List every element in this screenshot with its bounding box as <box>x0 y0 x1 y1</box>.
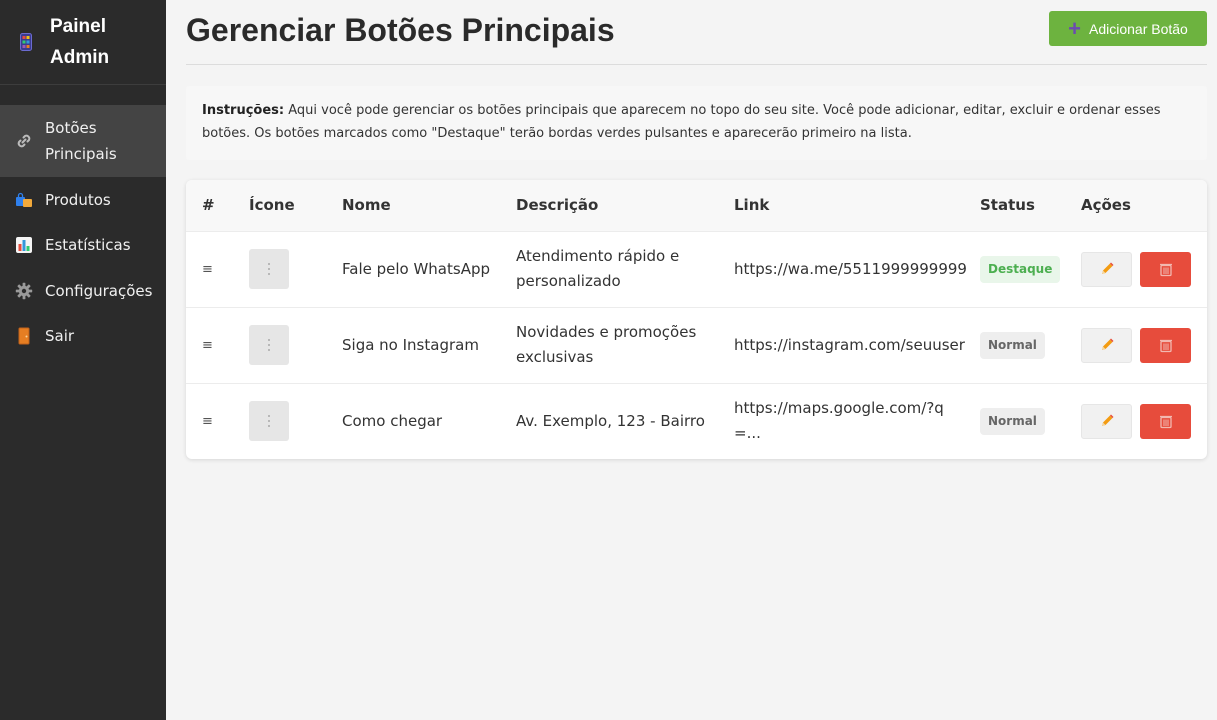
row-description: Atendimento rápido e personalizado <box>516 247 680 290</box>
column-header-link: Link <box>734 196 770 215</box>
column-header-status: Status <box>980 196 1035 215</box>
edit-button[interactable] <box>1081 403 1132 439</box>
trash-icon <box>1159 416 1172 429</box>
vertical-dots-icon <box>268 339 270 351</box>
drag-handle-icon[interactable]: ≡ <box>202 414 213 429</box>
sidebar: Painel Admin Botões Principais Produtos … <box>0 0 166 720</box>
status-badge: Destaque <box>980 255 1061 283</box>
door-icon <box>14 326 34 346</box>
instructions-label: Instruções: <box>202 103 285 118</box>
row-name: Fale pelo WhatsApp <box>342 259 491 278</box>
trash-icon <box>1159 339 1172 353</box>
sidebar-item-label: Produtos <box>45 190 111 209</box>
button-icon-placeholder <box>249 401 289 442</box>
brand: Painel Admin <box>0 0 166 85</box>
table-row: ≡ Fale pelo WhatsApp Atendimento rápido … <box>186 231 1207 307</box>
sidebar-item-estatisticas[interactable]: Estatísticas <box>0 223 166 269</box>
pencil-icon <box>1101 262 1113 274</box>
brand-title: Painel Admin <box>50 16 110 68</box>
row-link: https://maps.google.com/?q=... <box>734 399 944 443</box>
delete-button[interactable] <box>1140 403 1191 439</box>
sidebar-item-configuracoes[interactable]: Configurações <box>0 268 166 314</box>
link-icon <box>14 131 34 151</box>
plus-icon: + <box>1068 15 1081 41</box>
status-badge: Normal <box>980 331 1045 359</box>
button-icon-placeholder <box>249 325 289 365</box>
row-name: Como chegar <box>342 411 443 430</box>
sidebar-item-label: Configurações <box>45 281 153 300</box>
delete-button[interactable] <box>1140 251 1191 287</box>
page-header: Gerenciar Botões Principais + Adicionar … <box>186 0 1207 65</box>
edit-button[interactable] <box>1081 251 1132 287</box>
vertical-dots-icon <box>268 415 270 428</box>
edit-button[interactable] <box>1081 327 1132 363</box>
row-description: Av. Exemplo, 123 - Bairro <box>516 411 705 430</box>
add-button[interactable]: + Adicionar Botão <box>1049 11 1207 46</box>
column-header-name: Nome <box>342 196 391 215</box>
row-description: Novidades e promoções exclusivas <box>516 323 697 366</box>
instructions-text: Aqui você pode gerenciar os botões princ… <box>202 103 1161 141</box>
app-logo-icon <box>16 33 36 51</box>
sidebar-item-label: Botões Principais <box>45 119 117 163</box>
status-badge: Normal <box>980 407 1045 435</box>
delete-button[interactable] <box>1140 327 1191 363</box>
drag-handle-icon[interactable]: ≡ <box>202 262 213 277</box>
instructions-box: Instruções: Aqui você pode gerenciar os … <box>186 86 1207 160</box>
pencil-icon <box>1101 414 1113 427</box>
gear-icon <box>14 281 34 301</box>
sidebar-item-label: Sair <box>45 327 75 346</box>
column-header-icon: Ícone <box>249 196 295 215</box>
sidebar-item-produtos[interactable]: Produtos <box>0 177 166 223</box>
column-header-number: # <box>202 196 215 215</box>
sidebar-item-botoes-principais[interactable]: Botões Principais <box>0 105 166 177</box>
button-icon-placeholder <box>249 249 289 289</box>
main-content: Gerenciar Botões Principais + Adicionar … <box>186 0 1207 459</box>
pencil-icon <box>1101 338 1113 350</box>
column-header-actions: Ações <box>1081 196 1131 215</box>
shopping-bags-icon <box>14 190 34 210</box>
add-button-label: Adicionar Botão <box>1089 20 1188 37</box>
buttons-table-card: # Ícone Nome Descrição Link Status Ações… <box>186 180 1207 459</box>
row-link: https://wa.me/5511999999999 <box>734 259 967 278</box>
buttons-table: # Ícone Nome Descrição Link Status Ações… <box>186 180 1207 459</box>
page-title: Gerenciar Botões Principais <box>186 12 615 48</box>
table-header-row: # Ícone Nome Descrição Link Status Ações <box>186 180 1207 231</box>
trash-icon <box>1159 263 1172 277</box>
sidebar-nav: Botões Principais Produtos Estatísticas … <box>0 105 166 359</box>
sidebar-item-label: Estatísticas <box>45 236 131 255</box>
row-link: https://instagram.com/seuuser <box>734 335 965 354</box>
vertical-dots-icon <box>268 263 270 275</box>
bar-chart-icon <box>14 235 34 255</box>
column-header-description: Descrição <box>516 196 599 215</box>
drag-handle-icon[interactable]: ≡ <box>202 338 213 353</box>
sidebar-item-sair[interactable]: Sair <box>0 314 166 360</box>
table-row: ≡ Como chegar Av. Exemplo, 123 - Bairro … <box>186 383 1207 459</box>
table-row: ≡ Siga no Instagram Novidades e promoçõe… <box>186 307 1207 383</box>
row-name: Siga no Instagram <box>342 335 479 354</box>
